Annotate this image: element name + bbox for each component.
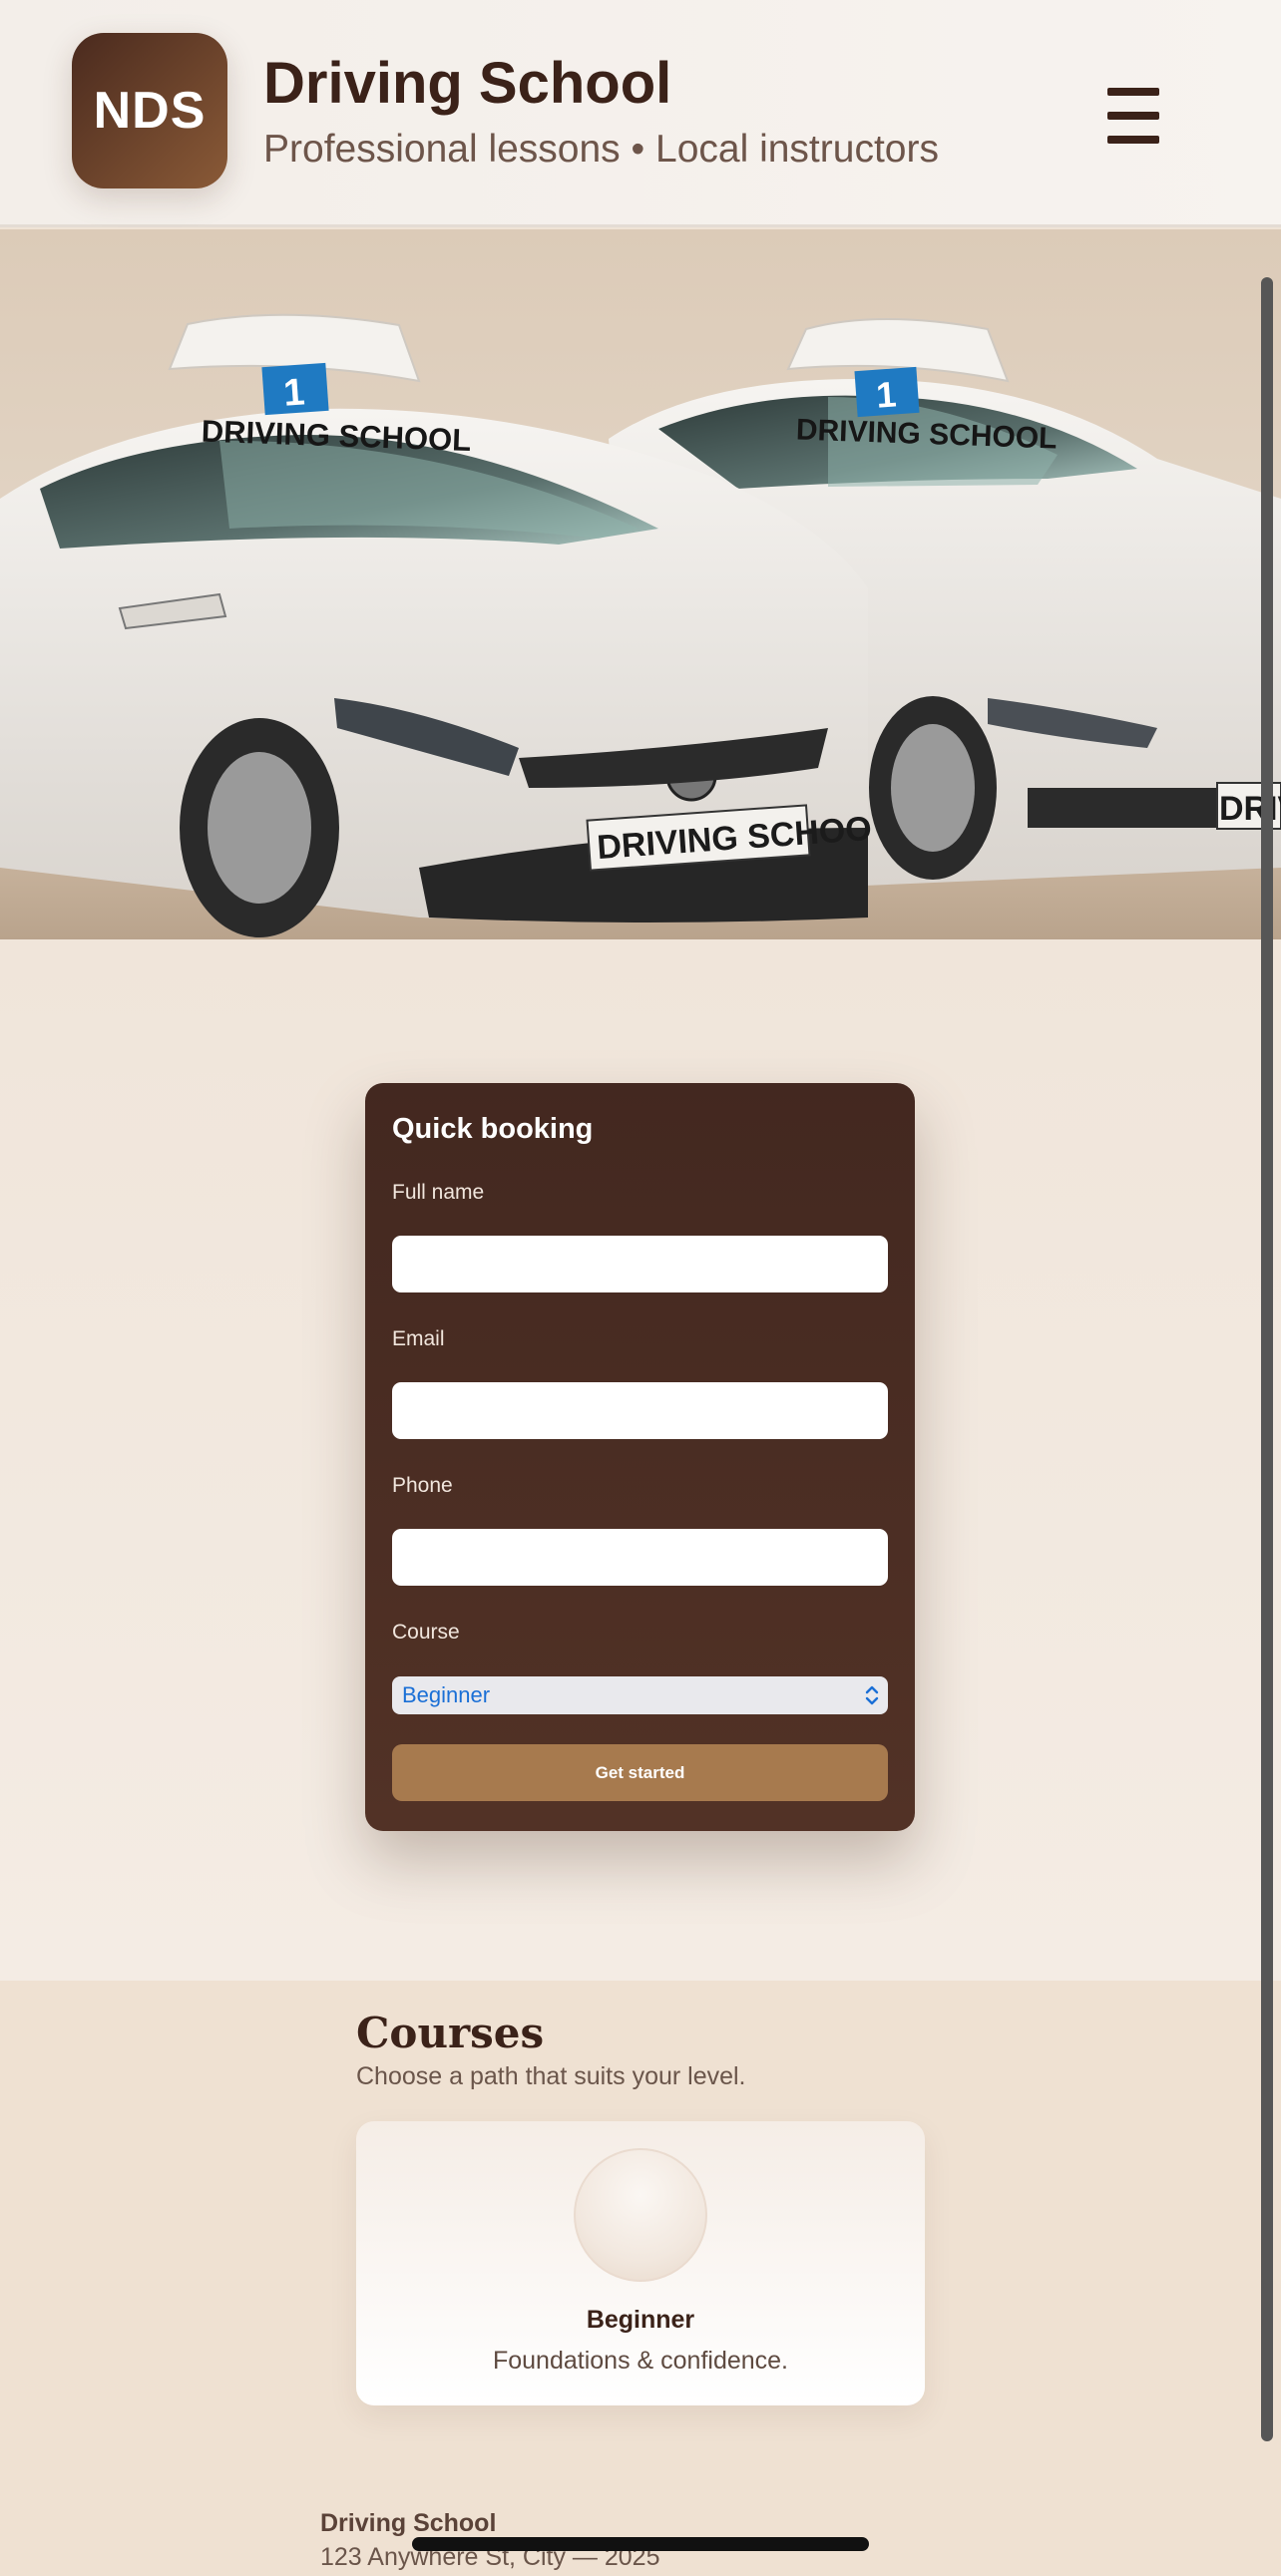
roof-number-left: 1	[282, 371, 306, 414]
course-description: Foundations & confidence.	[492, 2347, 789, 2375]
booking-section: Quick booking Full name Email Phone Cour…	[0, 939, 1281, 1981]
email-label: Email	[392, 1327, 445, 1350]
booking-form: Quick booking Full name Email Phone Cour…	[365, 1083, 915, 1831]
site-header: NDS Driving School Professional lessons …	[0, 0, 1281, 227]
select-chevron-icon	[865, 1685, 879, 1705]
course-card-beginner[interactable]: Beginner Foundations & confidence.	[356, 2121, 925, 2405]
course-label: Course	[392, 1621, 460, 1644]
course-image	[574, 2148, 707, 2282]
footer-name: Driving School	[320, 2509, 497, 2537]
booking-title: Quick booking	[392, 1113, 594, 1145]
full-name-label: Full name	[392, 1181, 485, 1204]
courses-subtitle: Choose a path that suits your level.	[356, 2062, 746, 2090]
courses-title: Courses	[356, 2009, 545, 2057]
site-tagline: Professional lessons • Local instructors	[263, 128, 939, 171]
driving-school-cars-illustration: DRIV 1 DRIVING SCHOOL DRIVING SCHOO	[0, 313, 1281, 939]
full-name-input[interactable]	[392, 1236, 888, 1292]
course-select[interactable]: Beginner	[392, 1676, 888, 1714]
email-input[interactable]	[392, 1382, 888, 1439]
logo-text: NDS	[93, 82, 207, 140]
roof-number-right: 1	[875, 373, 898, 415]
brand-logo[interactable]: NDS	[72, 33, 227, 188]
get-started-button[interactable]: Get started	[392, 1744, 888, 1801]
courses-section: Courses Choose a path that suits your le…	[0, 1981, 1281, 2576]
phone-label: Phone	[392, 1474, 453, 1497]
phone-input[interactable]	[392, 1529, 888, 1586]
home-indicator[interactable]	[412, 2537, 869, 2551]
course-name: Beginner	[586, 2306, 695, 2334]
site-title[interactable]: Driving School	[263, 50, 671, 117]
course-select-value: Beginner	[402, 1682, 491, 1707]
hamburger-menu-icon[interactable]	[1107, 86, 1177, 146]
hero-image: DRIV 1 DRIVING SCHOOL DRIVING SCHOO	[0, 229, 1281, 939]
vertical-scrollbar[interactable]	[1261, 277, 1273, 2441]
